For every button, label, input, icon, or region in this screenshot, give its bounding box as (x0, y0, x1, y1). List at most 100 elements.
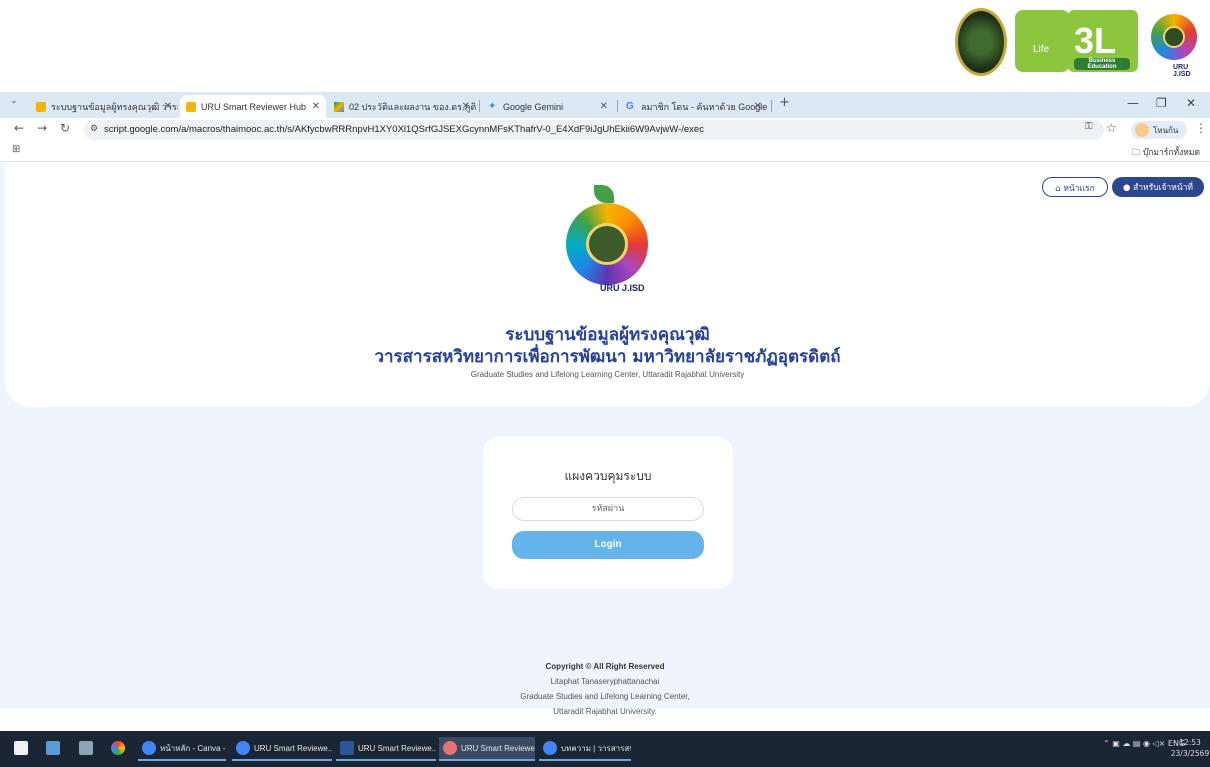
tab-label: Google Gemini (503, 101, 564, 112)
staff-button[interactable]: ● สำหรับเจ้าหน้าที่ (1112, 177, 1204, 197)
chrome-icon (236, 741, 250, 755)
bookmarks-bar: ⊞ 🗀 บุ๊กมาร์กทั้งหมด (0, 142, 1210, 162)
life-logo-text: Life (1033, 44, 1050, 55)
apps-script-icon (36, 101, 46, 112)
close-icon[interactable]: ✕ (312, 101, 320, 112)
page-body: ⌂ หน้าแรก ● สำหรับเจ้าหน้าที่ URU J.ISD … (0, 163, 1210, 716)
maximize-icon[interactable]: ❐ (1156, 96, 1167, 110)
footer-author: Litaphat Tanaseryphattanachai (550, 677, 660, 686)
tab-label: 02 ประวัติและผลงาน ของ.ดร.ภูติพงศ์ ภู (349, 101, 476, 112)
calculator-icon[interactable] (79, 741, 93, 755)
logo-seal (586, 223, 628, 265)
tab-reviewer-database[interactable]: ระบบฐานข้อมูลผู้ทรงคุณวุฒิ วารสารฯ ✕ (30, 95, 178, 118)
footer-copyright: Copyright © All Right Reserved (545, 662, 665, 671)
taskbar-app-article[interactable]: บทความ | วารสารสหวิท... (539, 737, 631, 761)
taskbar-app-word[interactable]: URU Smart Reviewe... (336, 737, 436, 761)
footer-org-line2: Uttaradit Rajabhat University. (553, 707, 657, 716)
taskbar-app-label: หน้าหลัก - Canva - G... (160, 743, 226, 753)
back-icon[interactable]: ← (14, 121, 24, 135)
jisd-logo-text: URU J.ISD (1173, 64, 1191, 78)
google-drive-icon (334, 101, 344, 112)
taskbar-clock[interactable]: 12:53 23/3/2569 (1170, 737, 1210, 759)
taskbar-app-label: URU Smart Reviewe... (461, 743, 535, 753)
apps-script-icon (186, 101, 196, 112)
page-subtitle: Graduate Studies and Lifelong Learning C… (470, 370, 745, 379)
taskbar-app-reviewer-1[interactable]: URU Smart Reviewe... (232, 737, 332, 761)
university-seal-logo (955, 8, 1007, 76)
taskbar-app-canva[interactable]: หน้าหลัก - Canva - G... (138, 737, 226, 761)
word-icon (340, 741, 354, 755)
jisd-main-logo: URU J.ISD (558, 185, 668, 300)
staff-button-label: สำหรับเจ้าหน้าที่ (1133, 183, 1194, 193)
browser-tab-bar: ⌄ ระบบฐานข้อมูลผู้ทรงคุณวุฒิ วารสารฯ ✕ U… (0, 92, 1210, 118)
logo-label: URU J.ISD (600, 283, 645, 293)
taskbar-app-reviewer-2[interactable]: URU Smart Reviewe... (439, 737, 535, 761)
chrome-icon (543, 741, 557, 755)
folder-label: บุ๊กมาร์กทั้งหมด (1142, 148, 1200, 158)
close-icon[interactable]: ✕ (754, 101, 762, 112)
tab-google-gemini[interactable]: ✦ Google Gemini ✕ (482, 95, 614, 118)
profile-name: โหนก้น (1153, 126, 1179, 135)
3l-logo-text: 3L (1074, 20, 1117, 61)
login-button[interactable]: Login (512, 531, 704, 559)
minimize-icon[interactable]: — (1127, 96, 1139, 110)
tab-label: ระบบฐานข้อมูลผู้ทรงคุณวุฒิ วารสารฯ (51, 101, 178, 112)
hero-header: ⌂ หน้าแรก ● สำหรับเจ้าหน้าที่ URU J.ISD … (5, 163, 1210, 407)
clock-time: 12:53 (1179, 738, 1201, 747)
login-card: แผงควบคุมระบบ รหัสผ่าน Login (483, 437, 733, 589)
close-icon[interactable]: ✕ (462, 101, 470, 112)
tab-divider (479, 100, 480, 112)
chrome-icon (142, 741, 156, 755)
home-button-label: หน้าแรก (1063, 184, 1095, 194)
browser-address-bar: ← → ↻ ⚙ script.google.com/a/macros/thaim… (0, 118, 1210, 142)
tab-label: URU Smart Reviewer Hub (201, 101, 307, 112)
page-title-line2: วารสารสหวิทยาการเพื่อการพัฒนา มหาวิทยาลั… (374, 347, 841, 367)
file-explorer-icon[interactable] (46, 741, 60, 755)
tab-search-icon[interactable]: ⌄ (10, 96, 18, 106)
new-tab-icon[interactable]: + (779, 95, 790, 110)
password-input[interactable]: รหัสผ่าน (512, 497, 704, 521)
user-icon: ● (1122, 183, 1134, 193)
home-button[interactable]: ⌂ หน้าแรก (1042, 177, 1108, 197)
tray-icons[interactable]: ⌃ ▣ ☁ ▤ ◉ ◁× (1103, 739, 1168, 748)
leaf-icon (594, 185, 614, 203)
google-icon: G (626, 100, 634, 112)
windows-start-icon[interactable] (14, 741, 28, 755)
footer: Copyright © All Right Reserved Litaphat … (0, 659, 1210, 719)
url-text: script.google.com/a/macros/thaimooc.ac.t… (104, 124, 704, 135)
bookmark-star-icon[interactable]: ☆ (1106, 121, 1117, 135)
window-close-icon[interactable]: ✕ (1186, 96, 1196, 110)
apps-grid-icon[interactable]: ⊞ (12, 144, 20, 155)
avatar (1135, 123, 1149, 137)
login-card-title: แผงควบคุมระบบ (564, 469, 652, 483)
tab-label: ลมาชิก โดน - ค้นหาด้วย Google (641, 101, 768, 112)
all-bookmarks-folder[interactable]: 🗀 บุ๊กมาร์กทั้งหมด (1132, 145, 1200, 161)
chrome-icon[interactable] (111, 741, 125, 755)
top-logo-strip: Life 3L Business Education URU J.ISD (0, 0, 1210, 90)
tab-divider (771, 100, 772, 112)
password-key-icon[interactable]: ⚿ (1085, 121, 1093, 132)
footer-org-line1: Graduate Studies and Lifelong Learning C… (520, 692, 690, 701)
taskbar-app-label: URU Smart Reviewe... (254, 743, 332, 753)
jisd-logo-core (1163, 26, 1185, 48)
clock-date: 23/3/2569 (1170, 749, 1210, 758)
tab-google-search[interactable]: G ลมาชิก โดน - ค้นหาด้วย Google ✕ (620, 95, 768, 118)
site-info-icon[interactable]: ⚙ (90, 123, 98, 134)
reload-icon[interactable]: ↻ (60, 121, 70, 135)
gemini-icon: ✦ (488, 100, 497, 112)
tab-smart-reviewer-hub[interactable]: URU Smart Reviewer Hub ✕ (180, 95, 326, 118)
close-icon[interactable]: ✕ (600, 101, 608, 112)
url-field[interactable]: ⚙ script.google.com/a/macros/thaimooc.ac… (84, 120, 1104, 140)
tab-divider (617, 100, 618, 112)
taskbar-app-label: URU Smart Reviewe... (358, 743, 436, 753)
profile-button[interactable]: โหนก้น (1131, 121, 1187, 139)
forward-icon[interactable]: → (37, 121, 47, 135)
close-icon[interactable]: ✕ (164, 101, 172, 112)
life-logo: Life (1015, 10, 1070, 72)
taskbar-app-label: บทความ | วารสารสหวิท... (561, 743, 631, 753)
chrome-icon (443, 741, 457, 755)
menu-kebab-icon[interactable]: ⋮ (1195, 121, 1207, 135)
3l-logo: 3L Business Education (1068, 10, 1138, 72)
tab-google-drive[interactable]: 02 ประวัติและผลงาน ของ.ดร.ภูติพงศ์ ภู ✕ (328, 95, 476, 118)
folder-icon: 🗀 (1131, 148, 1143, 158)
